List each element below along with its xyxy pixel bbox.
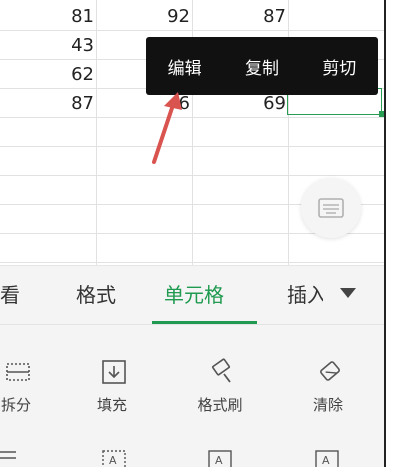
cell-value: 87: [71, 93, 94, 114]
cell-value: 81: [71, 6, 94, 27]
fill-label: 填充: [96, 396, 127, 414]
clear-button[interactable]: 清除: [288, 346, 368, 426]
copy-menu-item[interactable]: 复制: [237, 54, 287, 79]
clear-label: 清除: [312, 396, 343, 414]
cell[interactable]: 87: [0, 92, 96, 116]
cell-value: 43: [71, 35, 94, 56]
grid-row-line: [0, 175, 384, 176]
fill-icon: [102, 360, 126, 384]
cell-context-menu: 编辑 复制 剪切: [146, 37, 378, 95]
bottom-toolbar: 看 格式 单元格 插入 拆分 填充 格式刷 清除 A A A: [0, 265, 384, 467]
cell-text-icon[interactable]: A: [206, 448, 234, 467]
cell-value: 62: [71, 64, 94, 85]
cell-value: 92: [167, 6, 190, 27]
tab-cell[interactable]: 单元格: [164, 266, 224, 324]
grid-row-line: [0, 262, 384, 263]
cell[interactable]: 92: [96, 5, 192, 29]
split-cells-label: 拆分: [0, 396, 31, 414]
active-tab-indicator: [152, 321, 257, 324]
wrap-text-icon[interactable]: A: [313, 448, 341, 467]
tab-view[interactable]: 看: [0, 266, 20, 324]
annotation-arrow-icon: [152, 92, 182, 164]
split-cells-icon: [6, 363, 30, 381]
cell[interactable]: 87: [192, 5, 288, 29]
format-painter-label: 格式刷: [197, 396, 243, 414]
cell[interactable]: 62: [0, 63, 96, 87]
cell[interactable]: 69: [192, 92, 288, 116]
tab-format[interactable]: 格式: [76, 266, 116, 324]
spreadsheet-screen: 81 92 87 43 62 87 6 69 编辑 复制 剪切 看 格式 单元格…: [0, 0, 384, 467]
svg-text:A: A: [109, 454, 117, 467]
text-box-icon[interactable]: A: [100, 448, 128, 467]
cell[interactable]: 81: [0, 5, 96, 29]
tab-insert[interactable]: 插入: [287, 266, 323, 324]
split-cells-button[interactable]: 拆分: [0, 346, 56, 426]
keyboard-icon: [318, 198, 344, 218]
cell[interactable]: 43: [0, 34, 96, 58]
align-icon[interactable]: [0, 448, 18, 467]
grid-col-line: [96, 0, 97, 265]
keyboard-toggle-button[interactable]: [301, 178, 361, 238]
more-tabs-chevron-icon[interactable]: [340, 288, 356, 298]
cell-value: 69: [263, 93, 286, 114]
edit-menu-item[interactable]: 编辑: [160, 54, 210, 79]
fill-button[interactable]: 填充: [72, 346, 152, 426]
svg-text:A: A: [215, 454, 223, 467]
format-painter-icon: [211, 358, 231, 383]
screen-edge: [384, 0, 400, 467]
grid-row-line: [0, 30, 384, 31]
toolbar-tabs: 看 格式 单元格 插入: [0, 266, 384, 325]
svg-text:A: A: [322, 454, 330, 467]
cut-menu-item[interactable]: 剪切: [314, 54, 364, 79]
cell-value: 87: [263, 6, 286, 27]
format-painter-button[interactable]: 格式刷: [180, 346, 260, 426]
eraser-icon: [320, 361, 340, 381]
